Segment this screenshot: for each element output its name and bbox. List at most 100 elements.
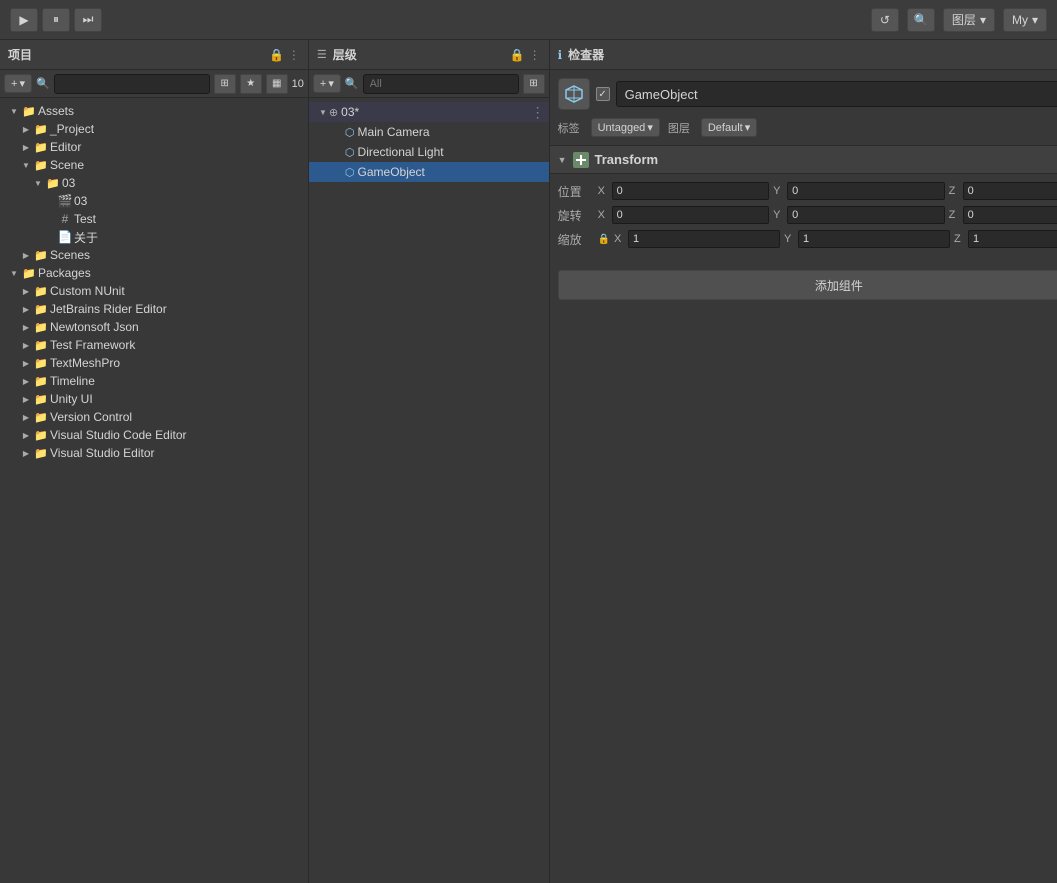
scale-x-input[interactable]: [628, 230, 780, 248]
tree-item-test[interactable]: # Test: [0, 210, 308, 228]
rotation-x-label: X: [598, 209, 610, 221]
rotation-y-label: Y: [773, 209, 785, 221]
rotation-x-input[interactable]: [612, 206, 769, 224]
test-framework-label: Test Framework: [50, 338, 135, 352]
scale-label: 缩放: [558, 231, 598, 248]
tree-item-vscode[interactable]: 📁 Visual Studio Code Editor: [0, 426, 308, 444]
tree-item-newtonsoft[interactable]: 📁 Newtonsoft Json: [0, 318, 308, 336]
hierarchy-add-button[interactable]: + ▾: [313, 74, 341, 93]
rotation-y-input[interactable]: [787, 206, 944, 224]
project-lock-icon[interactable]: 🔒: [269, 48, 284, 62]
main-camera-icon: ⬡: [345, 126, 355, 139]
assets-arrow: [8, 105, 20, 117]
scene03-more-btn[interactable]: ⋮: [531, 104, 545, 121]
tree-item-scene[interactable]: 📁 Scene: [0, 156, 308, 174]
vs-editor-label: Visual Studio Editor: [50, 446, 155, 460]
tree-item-about[interactable]: 📄 关于: [0, 228, 308, 246]
position-y-label: Y: [773, 185, 785, 197]
scale-z-group: Z: [954, 230, 1057, 248]
jetbrains-arrow: [20, 303, 32, 315]
tree-item-vs-editor[interactable]: 📁 Visual Studio Editor: [0, 444, 308, 462]
hierarchy-lock-icon[interactable]: 🔒: [510, 48, 525, 62]
search-button[interactable]: 🔍: [907, 8, 935, 32]
layer-dropdown[interactable]: 图层 ▾: [943, 8, 995, 32]
scale-lock-icon[interactable]: 🔒: [598, 234, 610, 245]
position-x-input[interactable]: [612, 182, 769, 200]
tag-value: Untagged: [598, 122, 646, 134]
tree-item-unity-ui[interactable]: 📁 Unity UI: [0, 390, 308, 408]
project-more-icon[interactable]: ⋮: [288, 48, 300, 62]
position-z-input[interactable]: [963, 182, 1057, 200]
unity-ui-icon: 📁: [34, 392, 48, 406]
tree-item-03-scene[interactable]: 🎬 03: [0, 192, 308, 210]
tree-item-version-control[interactable]: 📁 Version Control: [0, 408, 308, 426]
transform-expand-arrow[interactable]: ▼: [558, 155, 567, 165]
hierarchy-toolbar: + ▾ 🔍 ⊞: [309, 70, 549, 98]
tree-item-test-framework[interactable]: 📁 Test Framework: [0, 336, 308, 354]
hierarchy-panel-title: 层级: [333, 46, 357, 63]
03-folder-arrow: [32, 177, 44, 189]
custom-nunit-icon: 📁: [34, 284, 48, 298]
tree-item-project[interactable]: 📁 _Project: [0, 120, 308, 138]
tag-dropdown-arrow: ▾: [647, 121, 653, 134]
add-component-button[interactable]: 添加组件: [558, 270, 1057, 300]
timeline-arrow: [20, 375, 32, 387]
tree-item-textmeshpro[interactable]: 📁 TextMeshPro: [0, 354, 308, 372]
project-filter-btn1[interactable]: ⊞: [214, 74, 236, 94]
position-z-label: Z: [949, 185, 961, 197]
project-panel-header: 项目 🔒 ⋮: [0, 40, 308, 70]
project-filter-btn2[interactable]: ▦: [266, 74, 288, 94]
test-label: Test: [74, 212, 96, 226]
go-name-input[interactable]: [616, 81, 1057, 107]
scene-folder-label: Scene: [50, 158, 84, 172]
hierarchy-item-scene03[interactable]: ⊕ 03* ⋮: [309, 102, 549, 122]
hierarchy-item-directional-light[interactable]: ⬡ Directional Light: [309, 142, 549, 162]
tree-item-03-folder[interactable]: 📁 03: [0, 174, 308, 192]
undo-button[interactable]: ↺: [871, 8, 899, 32]
scale-z-input[interactable]: [968, 230, 1057, 248]
version-control-arrow: [20, 411, 32, 423]
pause-button[interactable]: ⏸: [42, 8, 70, 32]
go-cube-icon[interactable]: [558, 78, 590, 110]
tree-item-jetbrains[interactable]: 📁 JetBrains Rider Editor: [0, 300, 308, 318]
hierarchy-item-main-camera[interactable]: ⬡ Main Camera: [309, 122, 549, 142]
rotation-z-input[interactable]: [963, 206, 1057, 224]
hierarchy-item-gameobject[interactable]: ⬡ GameObject: [309, 162, 549, 182]
tree-item-scenes[interactable]: 📁 Scenes: [0, 246, 308, 264]
hierarchy-search-icon: 🔍: [345, 77, 359, 90]
tree-item-editor[interactable]: 📁 Editor: [0, 138, 308, 156]
account-value: My: [1012, 13, 1028, 27]
account-dropdown[interactable]: My ▾: [1003, 8, 1047, 32]
inspector-gameobject-top: 静态的 ▾ 标签 Untagged ▾ 图层 Default ▾: [550, 70, 1057, 146]
tree-item-packages[interactable]: 📁 Packages: [0, 264, 308, 282]
project-search-input[interactable]: [54, 74, 210, 94]
layer-label: 图层: [668, 120, 693, 136]
tree-item-timeline[interactable]: 📁 Timeline: [0, 372, 308, 390]
hierarchy-more-icon[interactable]: ⋮: [529, 48, 541, 62]
tag-dropdown[interactable]: Untagged ▾: [591, 118, 660, 137]
layer-dropdown[interactable]: Default ▾: [701, 118, 757, 137]
newtonsoft-label: Newtonsoft Json: [50, 320, 139, 334]
tree-item-custom-nunit[interactable]: 📁 Custom NUnit: [0, 282, 308, 300]
jetbrains-label: JetBrains Rider Editor: [50, 302, 167, 316]
step-button[interactable]: ⏭: [74, 8, 102, 32]
position-z-group: Z: [949, 182, 1057, 200]
project-star-btn[interactable]: ★: [240, 74, 262, 94]
hierarchy-expand-btn[interactable]: ⊞: [523, 74, 545, 94]
go-active-checkbox[interactable]: [596, 87, 610, 101]
vs-editor-arrow: [20, 447, 32, 459]
position-y-input[interactable]: [787, 182, 944, 200]
timeline-icon: 📁: [34, 374, 48, 388]
tree-item-assets[interactable]: 📁 Assets: [0, 102, 308, 120]
assets-label: Assets: [38, 104, 74, 118]
play-button[interactable]: ▶: [10, 8, 38, 32]
hierarchy-panel-icon: ☰: [317, 48, 327, 61]
tag-label: 标签: [558, 120, 583, 136]
transform-scale-row: 缩放 🔒 X Y Z: [558, 228, 1057, 250]
vscode-arrow: [20, 429, 32, 441]
project-add-button[interactable]: + ▾: [4, 74, 32, 93]
vscode-label: Visual Studio Code Editor: [50, 428, 187, 442]
hierarchy-search-input[interactable]: [363, 74, 519, 94]
scale-y-input[interactable]: [798, 230, 950, 248]
layer-label: 图层: [952, 11, 976, 28]
